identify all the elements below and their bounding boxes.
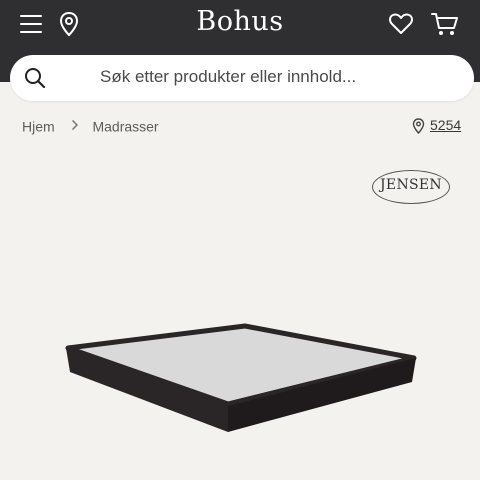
heart-icon[interactable] [388,12,414,36]
brand-logo-text: JENSEN [380,177,442,193]
chevron-right-icon [71,118,79,134]
breadcrumb-home[interactable]: Hjem [22,118,55,134]
location-pin-icon [412,118,425,135]
store-number[interactable]: 5254 [430,117,461,133]
search-input[interactable]: Søk etter produkter eller innhold... [100,67,356,87]
search-icon[interactable] [24,67,46,89]
cart-icon[interactable] [430,11,460,37]
breadcrumb: Hjem Madrasser [22,117,159,134]
product-image[interactable] [60,320,420,435]
search-bar[interactable]: Søk etter produkter eller innhold... [10,55,474,101]
breadcrumb-current[interactable]: Madrasser [92,118,158,134]
jensen-brand-logo: JENSEN [372,170,450,204]
